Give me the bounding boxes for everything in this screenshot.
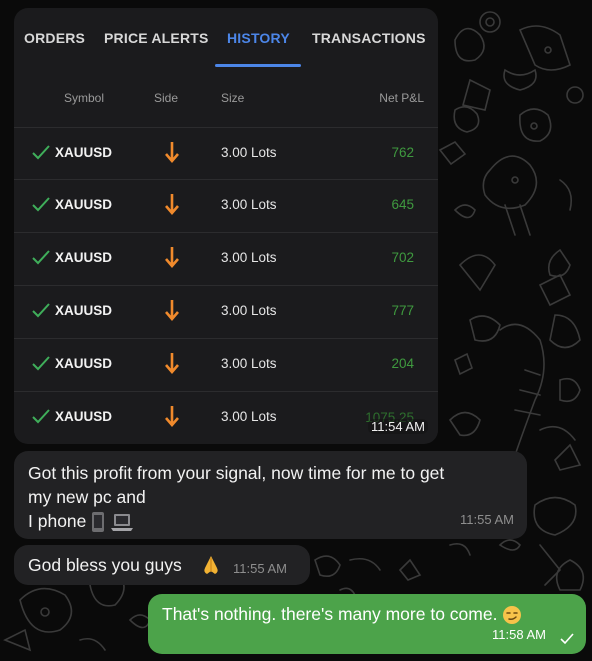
sell-arrow-icon: [165, 300, 179, 321]
trade-pnl: 645: [391, 197, 414, 212]
column-side: Side: [154, 91, 179, 105]
tab-orders: ORDERS: [24, 30, 86, 46]
trade-size: 3.00 Lots: [221, 409, 277, 424]
table-row: XAUUSD 3.00 Lots 702: [14, 232, 438, 284]
trade-pnl: 702: [391, 250, 414, 265]
message-text: Got this profit from your signal, now ti…: [28, 461, 518, 533]
trade-symbol: XAUUSD: [55, 197, 113, 212]
check-icon: [32, 145, 50, 160]
trade-pnl: 204: [391, 356, 414, 371]
outgoing-message[interactable]: That's nothing. there's many more to com…: [148, 594, 586, 654]
trade-size: 3.00 Lots: [221, 356, 277, 371]
check-icon: [32, 303, 50, 318]
check-icon: [32, 250, 50, 265]
trade-size: 3.00 Lots: [221, 197, 277, 212]
trade-size: 3.00 Lots: [221, 145, 277, 160]
history-tab-bar: ORDERS PRICE ALERTS HISTORY TRANSACTIONS: [14, 8, 438, 76]
sell-arrow-icon: [165, 194, 179, 215]
message-timestamp: 11:55 AM: [460, 512, 514, 527]
folded-hands-icon: [204, 556, 218, 574]
tab-transactions: TRANSACTIONS: [312, 30, 426, 46]
check-icon: [32, 197, 50, 212]
column-size: Size: [221, 91, 245, 105]
sell-arrow-icon: [165, 142, 179, 163]
sell-arrow-icon: [165, 247, 179, 268]
tab-price-alerts: PRICE ALERTS: [104, 30, 209, 46]
column-symbol: Symbol: [64, 91, 105, 105]
image-timestamp: 11:54 AM: [368, 419, 428, 434]
message-text: God bless you guys: [28, 555, 182, 575]
trade-symbol: XAUUSD: [55, 145, 113, 160]
trade-symbol: XAUUSD: [55, 250, 113, 265]
check-icon: [32, 356, 50, 371]
incoming-message[interactable]: Got this profit from your signal, now ti…: [14, 451, 527, 539]
sent-check-icon: [560, 633, 574, 645]
mobile-phone-icon: [92, 512, 105, 533]
message-timestamp: 11:55 AM: [233, 561, 287, 576]
incoming-message[interactable]: God bless you guys 11:55 AM: [14, 545, 310, 585]
trade-pnl: 777: [391, 303, 414, 318]
laptop-icon: [111, 514, 134, 532]
message-line: I phone: [28, 511, 87, 531]
sell-arrow-icon: [165, 406, 179, 427]
message-line: Got this profit from your signal, now ti…: [28, 463, 445, 483]
trade-history-image[interactable]: ORDERS PRICE ALERTS HISTORY TRANSACTIONS…: [14, 8, 438, 444]
check-icon: [32, 409, 50, 424]
table-header: Symbol Side Size Net P&L: [14, 88, 438, 112]
table-row: XAUUSD 3.00 Lots 1075.25: [14, 391, 438, 443]
trade-symbol: XAUUSD: [55, 409, 113, 424]
active-tab-indicator: [215, 64, 301, 67]
trade-symbol: XAUUSD: [55, 303, 113, 318]
table-row: XAUUSD 3.00 Lots 762: [14, 127, 438, 179]
trade-size: 3.00 Lots: [221, 303, 277, 318]
trade-pnl: 762: [391, 145, 414, 160]
table-row: XAUUSD 3.00 Lots 204: [14, 338, 438, 390]
tab-history: HISTORY: [227, 30, 290, 46]
sell-arrow-icon: [165, 353, 179, 374]
column-net-pnl: Net P&L: [379, 91, 424, 105]
message-line: That's nothing. there's many more to com…: [162, 604, 498, 624]
message-text: That's nothing. there's many more to com…: [162, 602, 522, 626]
trade-symbol: XAUUSD: [55, 356, 113, 371]
trade-size: 3.00 Lots: [221, 250, 277, 265]
message-timestamp: 11:58 AM: [492, 627, 546, 642]
table-row: XAUUSD 3.00 Lots 777: [14, 285, 438, 337]
table-row: XAUUSD 3.00 Lots 645: [14, 179, 438, 231]
message-line: my new pc and: [28, 487, 146, 507]
